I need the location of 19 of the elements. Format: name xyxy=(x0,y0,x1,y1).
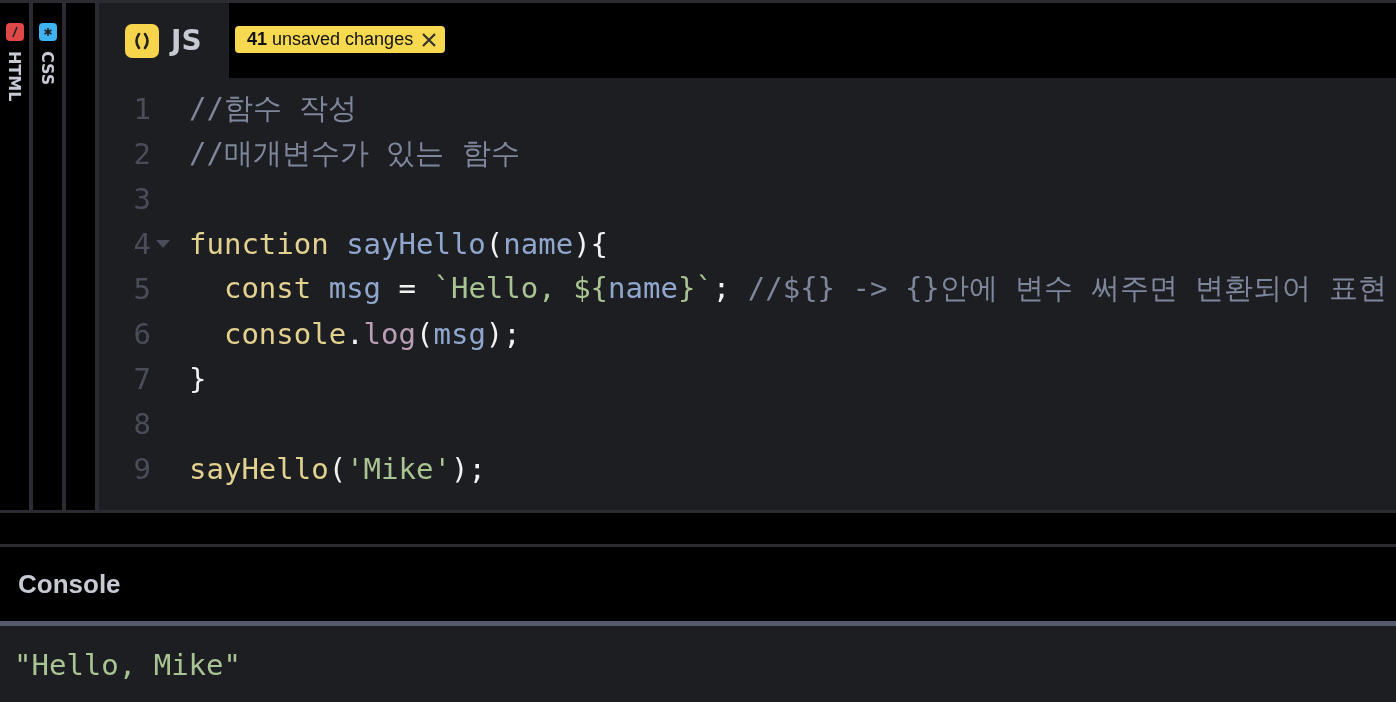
asterisk-icon xyxy=(38,23,57,41)
close-icon[interactable] xyxy=(421,31,438,48)
console-title: Console xyxy=(18,568,121,600)
slash-icon xyxy=(5,23,24,41)
code-line: } xyxy=(189,361,207,396)
code-line: const msg = `Hello, ${name}`; //${} -> {}안에 변수 써주면 변환되어 표현 xyxy=(222,269,1387,307)
code-line: //함수 작성 xyxy=(189,89,358,127)
parentheses-icon xyxy=(125,23,159,58)
console-output: "Hello, Mike" xyxy=(14,648,242,682)
code-line: console.log(msg); xyxy=(222,316,521,351)
code-line: //매개변수가 있는 함수 xyxy=(189,134,520,172)
pane-label[interactable]: HTML xyxy=(5,51,24,102)
editor-tab[interactable]: JS xyxy=(99,3,229,78)
code-line: sayHello('Mike'); xyxy=(189,451,486,486)
code-line: function sayHello(name){ xyxy=(189,226,609,261)
pane-label[interactable]: CSS xyxy=(38,51,57,86)
resize-bar[interactable] xyxy=(0,510,1396,547)
fold-caret-icon[interactable] xyxy=(156,239,170,248)
unsaved-changes-badge[interactable]: 41 unsaved changes xyxy=(235,26,446,53)
